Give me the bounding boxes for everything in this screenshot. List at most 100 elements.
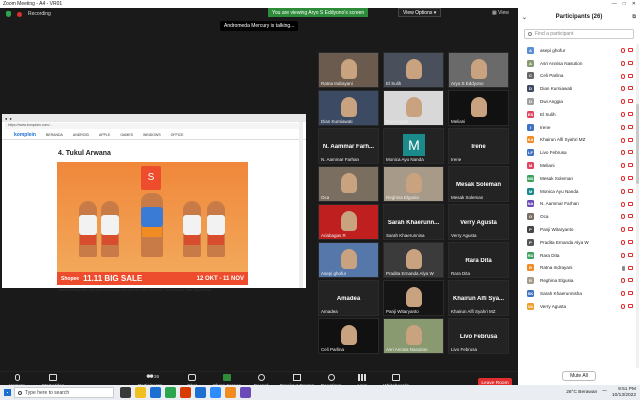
participant-row[interactable]: I Irene <box>518 121 636 134</box>
video-tile[interactable]: Meliani <box>448 90 509 126</box>
participant-status <box>621 99 633 105</box>
scrollbar-thumb[interactable] <box>636 104 639 184</box>
participant-row[interactable]: O Oca <box>518 210 636 223</box>
view-options-button[interactable]: View Options ▾ <box>398 8 442 17</box>
taskbar-search-input[interactable]: Type here to search <box>14 387 114 398</box>
participant-row[interactable]: Aasepi ghofur <box>518 44 636 57</box>
mute-all-button[interactable]: Mute All <box>562 371 596 381</box>
shield-icon[interactable] <box>6 11 11 17</box>
mic-off-icon <box>621 175 625 181</box>
participant-row[interactable]: KA Khairun Alfi Syahri MZ <box>518 134 636 147</box>
video-tile[interactable]: Khairun Alfi Sya... Khairun Alfi Syahri M… <box>448 280 509 316</box>
video-tile[interactable]: Panji Witaryanto <box>383 280 444 316</box>
taskbar-app-icon[interactable] <box>150 387 161 398</box>
shared-screen[interactable]: ● ● https://www.komplain.com/... komplei… <box>2 114 306 292</box>
participant-row[interactable]: RD Rara Dita <box>518 249 636 262</box>
mic-off-icon <box>621 278 625 284</box>
network-icon[interactable]: ⌒ <box>602 389 607 396</box>
participant-row[interactable]: P Pradita Ernanda Alya W <box>518 236 636 249</box>
participant-row[interactable]: P Panji Witaryanto <box>518 223 636 236</box>
video-tile[interactable]: Pradita Ernanda Alya W <box>383 242 444 278</box>
participant-avatar: M <box>527 162 534 170</box>
video-tile[interactable]: N. Aammar Farh... N. Aammar Farhan <box>318 128 379 164</box>
participant-row[interactable]: R Reghina Elgusia <box>518 274 636 287</box>
participant-avatar: RD <box>527 251 534 259</box>
participant-avatar: P <box>527 226 534 234</box>
video-off-icon <box>628 201 633 206</box>
participant-row[interactable]: R Ratna Indrayani <box>518 262 636 275</box>
video-tile[interactable]: Oca <box>318 166 379 202</box>
video-tile[interactable]: Asri Annisa Nasution <box>383 318 444 354</box>
video-tile[interactable]: Rara Dita Rara Dita <box>448 242 509 278</box>
video-tile[interactable]: Ratna Indrayani <box>318 52 379 88</box>
participant-status <box>621 188 633 194</box>
participant-row[interactable]: M Meliani <box>518 159 636 172</box>
participant-face <box>406 97 422 117</box>
collapse-icon[interactable]: ⌄ <box>522 14 527 21</box>
participant-name: Irene <box>540 124 551 130</box>
participant-name: Dwi Anggia <box>540 99 563 105</box>
view-button[interactable]: ▦ View <box>492 10 509 16</box>
popout-icon[interactable]: ⧉ <box>632 14 636 20</box>
video-tile[interactable]: El Sulih <box>383 52 444 88</box>
participant-row[interactable]: MS Mesak Soleman <box>518 172 636 185</box>
participant-row[interactable]: A Asri Annisa Nasution <box>518 57 636 70</box>
video-tile[interactable]: Asepi ghofur <box>318 242 379 278</box>
video-tile[interactable]: Ariabagas R <box>318 204 379 240</box>
site-nav-item: APPLE <box>99 132 111 137</box>
participant-row[interactable]: M Monica Ayu Nanda <box>518 185 636 198</box>
video-tile[interactable]: Irene Irene <box>448 128 509 164</box>
participant-row[interactable]: D Dian Kurniawati <box>518 82 636 95</box>
video-tile[interactable]: Dwi Anggia <box>383 90 444 126</box>
maximize-button[interactable]: □ <box>623 1 626 7</box>
taskbar-app-icon[interactable] <box>210 387 221 398</box>
site-nav-item: WINDOWS <box>142 132 161 137</box>
taskbar-app-icon[interactable] <box>180 387 191 398</box>
close-button[interactable]: ✕ <box>632 1 636 7</box>
video-tile[interactable]: Mesak Soleman Mesak Soleman <box>448 166 509 202</box>
participant-search-input[interactable]: Find a participant <box>524 29 634 39</box>
video-tile[interactable]: Celi Parlina <box>318 318 379 354</box>
participant-row[interactable]: SK Sarah Khaerunnisha <box>518 287 636 300</box>
taskbar-app-icon[interactable] <box>195 387 206 398</box>
participant-row[interactable]: VA Verry Agusta <box>518 300 636 313</box>
participant-avatar: NA <box>527 200 534 208</box>
tile-name: Aryo S Eddyono <box>451 81 484 86</box>
recording-icon <box>17 11 22 17</box>
video-tile[interactable]: M Monica Ayu Nanda <box>383 128 444 164</box>
participant-row[interactable]: ES El Sulih <box>518 108 636 121</box>
participant-name: Mesak Soleman <box>540 175 573 181</box>
participant-list-scrollbar[interactable] <box>636 44 639 368</box>
taskbar-app-icon[interactable] <box>225 387 236 398</box>
video-tile[interactable]: Livo Februsa Livo Februsa <box>448 318 509 354</box>
taskbar-app-icon[interactable] <box>240 387 251 398</box>
article-caption: Nama Bintang Iklan Shopee selanjutnya me… <box>58 288 214 292</box>
participant-row[interactable]: C Celi Parlina <box>518 70 636 83</box>
tile-name: Ariabagas R <box>321 233 346 238</box>
clock[interactable]: 9:51 PM 10/13/2022 <box>612 387 636 398</box>
video-tile[interactable]: Dian Kurniawati <box>318 90 379 126</box>
apps-icon <box>358 374 366 381</box>
participant-row[interactable]: NA N. Aammar Farhan <box>518 198 636 211</box>
promo-banner: Shopee 11.11 BIG SALE 12 OKT - 11 NOV <box>57 272 248 285</box>
video-tile[interactable]: Sarah Khaerunn... Sarah Khaerunnisa <box>383 204 444 240</box>
participant-status <box>621 303 633 309</box>
video-tile[interactable]: Amadea Amadea <box>318 280 379 316</box>
share-screen-icon <box>223 374 231 381</box>
minimize-button[interactable]: — <box>612 1 617 7</box>
start-button[interactable] <box>0 385 14 400</box>
participants-header: ⌄ Participants (26) ⧉ <box>518 8 640 26</box>
participant-row[interactable]: LF Livo Februsa <box>518 146 636 159</box>
taskbar-app-icon[interactable] <box>135 387 146 398</box>
video-tile[interactable]: Reghina Elgusia <box>383 166 444 202</box>
participant-name: Sarah Khaerunnisha <box>540 291 582 297</box>
participant-avatar: R <box>527 277 534 285</box>
video-tile[interactable]: Aryo S Eddyono <box>448 52 509 88</box>
weather-widget[interactable]: 28°C Berawan <box>566 390 597 395</box>
site-nav-item: OFFICE <box>170 132 184 137</box>
taskbar-app-icon[interactable] <box>165 387 176 398</box>
video-off-icon <box>628 137 633 142</box>
participant-row[interactable]: D Dwi Anggia <box>518 95 636 108</box>
video-tile[interactable]: Verry Agusta Verry Agusta <box>448 204 509 240</box>
taskbar-app-icon[interactable] <box>120 387 131 398</box>
